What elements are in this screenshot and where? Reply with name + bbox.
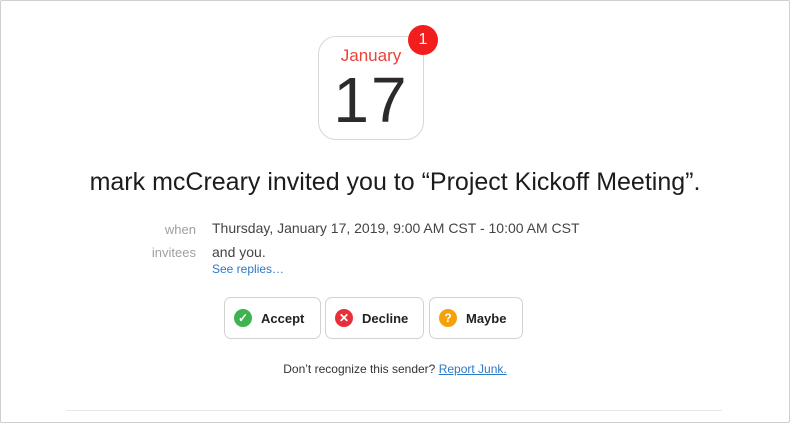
report-junk-link[interactable]: Report Junk.	[439, 362, 507, 376]
divider	[66, 410, 722, 411]
x-icon: ✕	[335, 309, 353, 327]
calendar-icon: January 17	[318, 36, 424, 140]
question-icon: ?	[439, 309, 457, 327]
notification-badge: 1	[408, 25, 438, 55]
invitees-value: and you.	[212, 244, 266, 260]
checkmark-icon: ✓	[234, 309, 252, 327]
invitation-headline: mark mcCreary invited you to “Project Ki…	[89, 168, 701, 196]
calendar-day: 17	[333, 64, 409, 136]
maybe-label: Maybe	[466, 310, 507, 326]
decline-label: Decline	[362, 310, 409, 326]
footer-text: Don’t recognize this sender?	[283, 362, 436, 376]
accept-label: Accept	[261, 310, 305, 326]
junk-footer: Don’t recognize this sender? Report Junk…	[0, 362, 790, 376]
when-value: Thursday, January 17, 2019, 9:00 AM CST …	[212, 220, 580, 236]
invitees-label: invitees	[151, 245, 196, 260]
maybe-button[interactable]: ? Maybe	[429, 297, 523, 339]
when-label: when	[164, 222, 196, 237]
accept-button[interactable]: ✓ Accept	[224, 297, 321, 339]
see-replies-link[interactable]: See replies…	[212, 262, 284, 276]
decline-button[interactable]: ✕ Decline	[325, 297, 424, 339]
